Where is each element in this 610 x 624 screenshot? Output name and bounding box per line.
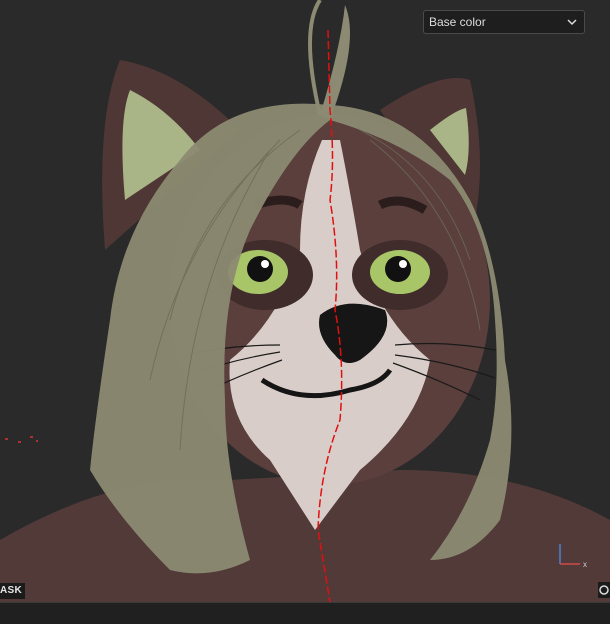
mask-label: ASK bbox=[0, 583, 26, 599]
axis-gizmo: x bbox=[559, 544, 587, 569]
axis-x-label: x bbox=[583, 560, 587, 569]
status-bar bbox=[0, 602, 610, 624]
chevron-down-icon bbox=[567, 19, 577, 26]
channel-select-value: Base color bbox=[429, 15, 486, 29]
viewport-corner-button[interactable] bbox=[598, 582, 610, 598]
circle-icon bbox=[599, 585, 609, 595]
channel-select[interactable]: Base color bbox=[423, 10, 585, 34]
3d-viewport[interactable]: Base color x ASK bbox=[0, 0, 610, 602]
character-render bbox=[0, 0, 610, 602]
